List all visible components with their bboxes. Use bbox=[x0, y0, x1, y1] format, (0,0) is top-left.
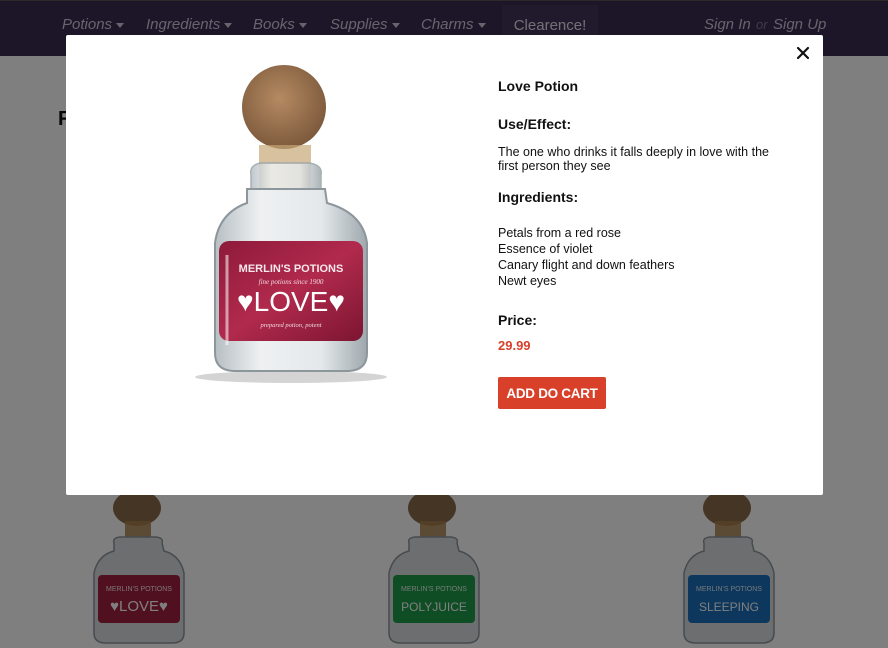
ingredients-label: Ingredients: bbox=[498, 189, 579, 205]
price-value: 29.99 bbox=[498, 338, 531, 353]
ingredients-list: Petals from a red rose Essence of violet… bbox=[498, 225, 675, 289]
product-name: Love Potion bbox=[498, 78, 579, 94]
add-to-cart-button[interactable]: ADD DO CART bbox=[498, 377, 606, 409]
bottle-label-tagline: fine potions since 1900 bbox=[259, 278, 324, 286]
ingredient-item: Newt eyes bbox=[498, 274, 557, 288]
use-effect-text: The one who drinks it falls deeply in lo… bbox=[498, 145, 769, 173]
product-modal: MERLIN'S POTIONS fine potions since 1900… bbox=[66, 35, 823, 495]
bottle-label-name: ♥LOVE♥ bbox=[237, 286, 345, 317]
use-effect-label: Use/Effect: bbox=[498, 116, 572, 132]
bottle-label-sub: prepared potion, potent bbox=[259, 322, 321, 329]
ingredient-item: Essence of violet bbox=[498, 242, 593, 256]
price-label: Price: bbox=[498, 312, 537, 328]
close-icon[interactable] bbox=[793, 43, 813, 63]
product-image: MERLIN'S POTIONS fine potions since 1900… bbox=[195, 65, 387, 383]
ingredient-item: Petals from a red rose bbox=[498, 226, 621, 240]
ingredient-item: Canary flight and down feathers bbox=[498, 258, 675, 272]
bottle-label-brand: MERLIN'S POTIONS bbox=[239, 263, 344, 275]
